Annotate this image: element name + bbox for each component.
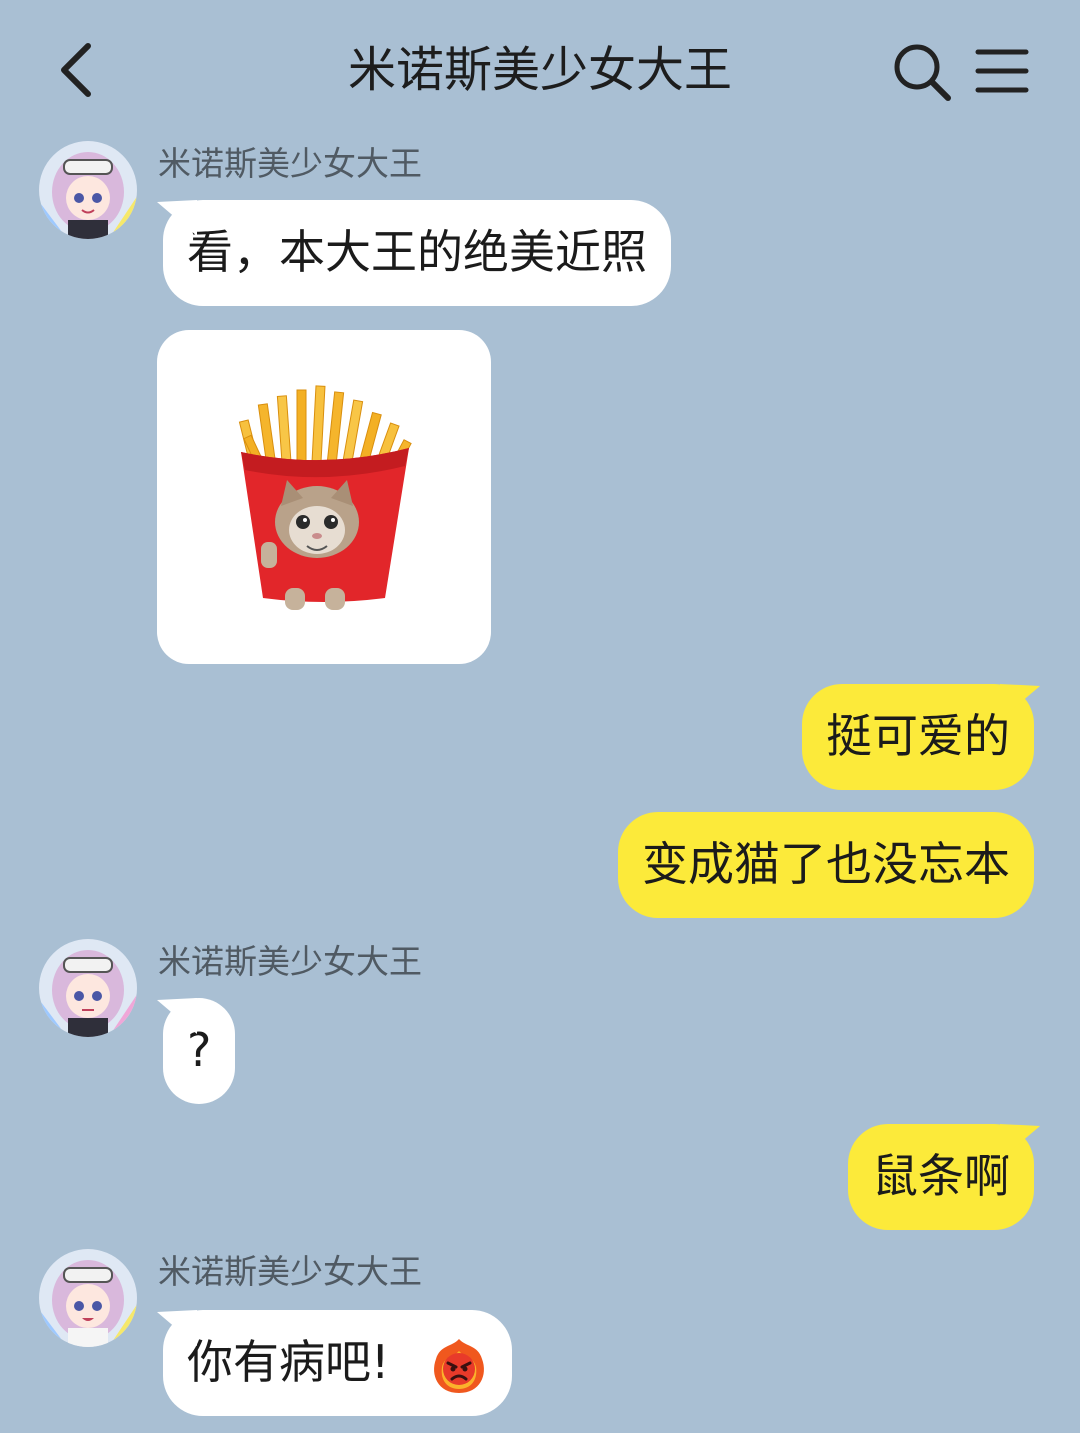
message-bubble-outgoing[interactable]: 挺可爱的 <box>802 684 1040 790</box>
message-bubble-outgoing[interactable]: 变成猫了也没忘本 <box>618 812 1034 918</box>
message-text: 看，本大王的绝美近照 <box>187 225 647 279</box>
message-text: 变成猫了也没忘本 <box>642 837 1010 891</box>
anime-girl-avatar-icon <box>39 1249 137 1347</box>
anime-girl-avatar-icon <box>39 141 137 239</box>
sender-name: 米诺斯美少女大王 <box>158 144 422 183</box>
message-bubble-incoming[interactable]: 你有病吧! <box>157 1310 513 1416</box>
message-bubble-incoming[interactable]: 看，本大王的绝美近照 <box>157 200 671 306</box>
message-bubble-incoming[interactable]: ? <box>157 998 236 1104</box>
bubble-tail <box>157 998 197 1034</box>
sender-name: 米诺斯美少女大王 <box>158 1252 422 1291</box>
bubble-tail <box>157 200 197 236</box>
chat-header: 米诺斯美少女大王 <box>0 0 1080 140</box>
message-bubble-outgoing[interactable]: 鼠条啊 <box>848 1124 1040 1230</box>
more-menu-button[interactable] <box>972 44 1032 98</box>
anime-girl-avatar-icon <box>39 939 137 1037</box>
chat-title: 米诺斯美少女大王 <box>347 42 732 98</box>
angry-fire-face-emoji <box>434 1338 485 1393</box>
search-button[interactable] <box>890 40 954 104</box>
sender-avatar[interactable] <box>38 140 138 240</box>
hamburger-menu-icon <box>975 49 1029 93</box>
cat-in-french-fries-image <box>238 385 412 610</box>
chevron-left-icon <box>61 43 91 97</box>
bubble-tail <box>1000 684 1040 720</box>
message-text: 鼠条啊 <box>872 1149 1010 1203</box>
sender-name: 米诺斯美少女大王 <box>158 942 422 981</box>
bubble-tail <box>157 1310 197 1346</box>
search-icon <box>894 44 951 101</box>
sender-avatar[interactable] <box>38 1248 138 1348</box>
message-text: 挺可爱的 <box>826 709 1010 763</box>
bubble-tail <box>1000 1124 1040 1160</box>
message-image[interactable] <box>157 330 491 664</box>
message-text: 你有病吧! <box>187 1335 390 1389</box>
sender-avatar[interactable] <box>38 938 138 1038</box>
back-button[interactable] <box>48 34 108 106</box>
